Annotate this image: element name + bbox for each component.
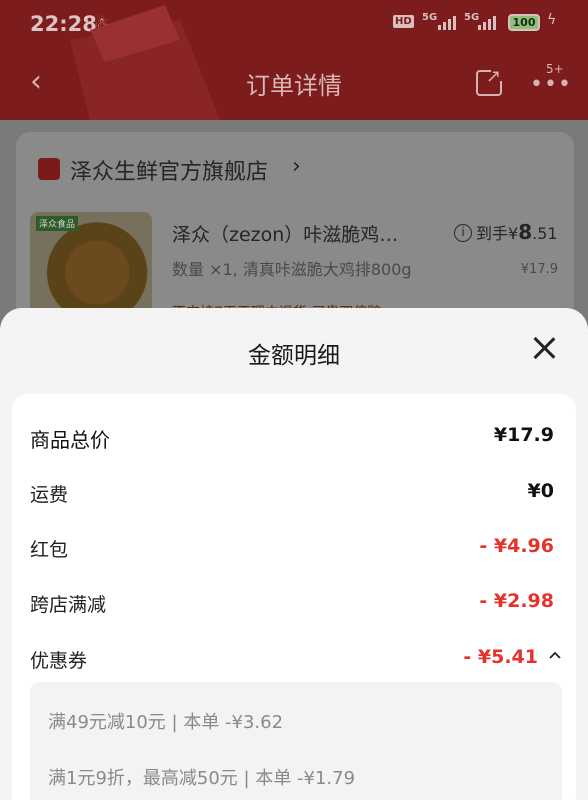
- row-shipping: 运费 ¥0: [12, 480, 576, 510]
- signal-icon-1: [438, 14, 456, 30]
- network-label-2: 5G: [464, 12, 480, 23]
- amount-detail-sheet: 金额明细 商品总价 ¥17.9 运费 ¥0 红包 - ¥4.96 跨店满减 - …: [0, 308, 588, 800]
- sheet-title: 金额明细: [248, 343, 340, 369]
- row-coupon[interactable]: 优惠券 - ¥5.41: [12, 646, 576, 676]
- product-name[interactable]: 泽众（zezon）咔滋脆鸡…: [172, 220, 398, 247]
- net-price: 到手¥8.51: [476, 220, 558, 244]
- row-label: 运费: [30, 484, 69, 506]
- row-value: ¥17.9: [493, 424, 554, 446]
- chevron-right-icon[interactable]: ›: [292, 154, 301, 179]
- close-icon[interactable]: [530, 334, 558, 362]
- net-price-int: 8: [518, 220, 533, 244]
- row-label: 跨店满减: [30, 594, 107, 616]
- row-value: - ¥4.96: [479, 535, 554, 557]
- share-arrow-icon: ↗: [486, 66, 502, 87]
- row-label: 红包: [30, 539, 69, 561]
- charging-icon: ϟ: [547, 12, 557, 28]
- row-value: - ¥2.98: [479, 590, 554, 612]
- row-value: - ¥5.41: [463, 646, 538, 668]
- info-icon[interactable]: i: [454, 224, 472, 242]
- more-badge: 5+: [546, 62, 564, 76]
- row-red-packet: 红包 - ¥4.96: [12, 535, 576, 565]
- sale-decoration-icon: [70, 5, 220, 120]
- shop-logo-icon: [38, 158, 60, 180]
- shop-card[interactable]: 泽众生鲜官方旗舰店 › 泽众食品 泽众（zezon）咔滋脆鸡… 数量 ×1, 清…: [16, 132, 574, 332]
- product-thumbnail[interactable]: 泽众食品: [30, 212, 152, 322]
- row-label: 商品总价: [30, 428, 110, 452]
- row-cross-store-discount: 跨店满减 - ¥2.98: [12, 590, 576, 620]
- hd-icon: HD: [393, 15, 414, 28]
- network-label-1: 5G: [422, 12, 438, 23]
- chevron-up-icon[interactable]: [548, 648, 562, 662]
- original-price: ¥17.9: [520, 262, 558, 277]
- battery-icon: 100: [508, 14, 540, 31]
- row-label: 优惠券: [30, 650, 88, 672]
- product-spec: 数量 ×1, 清真咔滋脆大鸡排800g: [172, 260, 412, 279]
- row-value: ¥0: [527, 480, 554, 502]
- app-header: 22:28 ☃ ··· HD 5G 5G 100 ϟ ‹ 订单详情 ↗ ••• …: [0, 0, 588, 120]
- coupon-detail-line: 满49元减10元 | 本单 -¥3.62: [48, 712, 284, 733]
- coupon-detail-box: 满49元减10元 | 本单 -¥3.62 满1元9折，最高减50元 | 本单 -…: [30, 682, 562, 800]
- thumb-tag: 泽众食品: [36, 216, 79, 231]
- net-price-prefix: 到手¥: [476, 224, 519, 243]
- net-price-dec: .51: [532, 224, 558, 243]
- signal-icon-2: [478, 14, 496, 30]
- row-total-price: 商品总价 ¥17.9: [12, 424, 576, 454]
- amount-detail-card: 商品总价 ¥17.9 运费 ¥0 红包 - ¥4.96 跨店满减 - ¥2.98…: [12, 394, 576, 800]
- shop-name[interactable]: 泽众生鲜官方旗舰店: [70, 154, 268, 186]
- coupon-detail-line: 满1元9折，最高减50元 | 本单 -¥1.79: [48, 768, 356, 789]
